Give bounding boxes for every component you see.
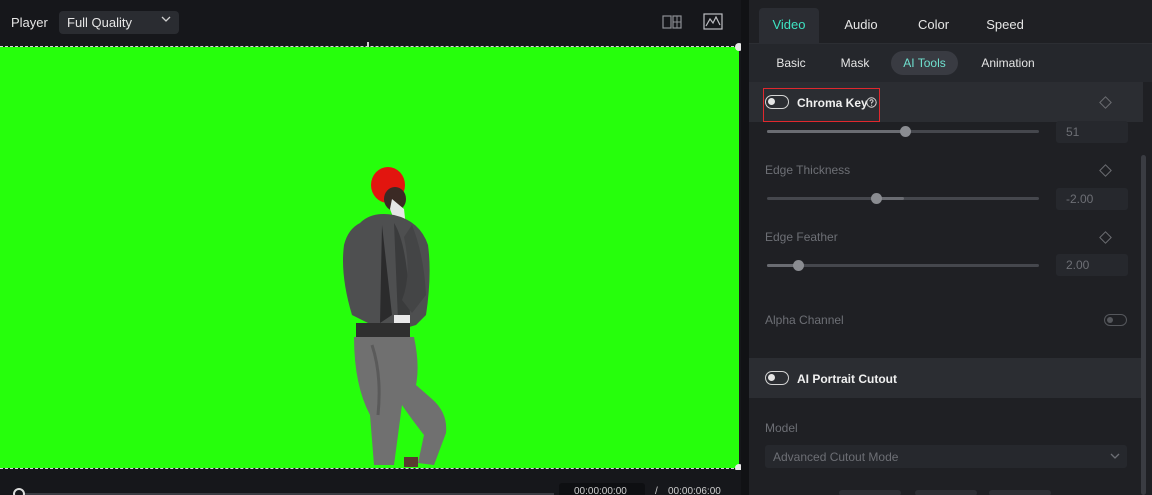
main-tabs: Video Audio Color Speed: [749, 0, 1152, 44]
player-label: Player: [11, 15, 48, 30]
tab-audio[interactable]: Audio: [833, 8, 889, 44]
toggle-knob: [1107, 317, 1113, 323]
model-dropdown[interactable]: Advanced Cutout Mode: [765, 445, 1127, 468]
help-icon[interactable]: [866, 97, 877, 108]
timecode-separator: /: [655, 486, 658, 495]
keyframe-diamond-icon[interactable]: [1099, 164, 1112, 177]
model-value: Advanced Cutout Mode: [773, 450, 899, 464]
edge-feather-value[interactable]: 2.00: [1056, 254, 1128, 276]
tab-video[interactable]: Video: [759, 8, 819, 44]
ai-portrait-toggle[interactable]: [765, 371, 789, 385]
player-panel: Player Full Quality 00:00:00:00 / 00:00:…: [0, 0, 743, 495]
preview-canvas[interactable]: [0, 47, 739, 468]
keyframe-diamond-icon[interactable]: [1099, 96, 1112, 109]
quality-dropdown[interactable]: Full Quality: [59, 11, 179, 34]
alpha-channel-toggle[interactable]: [1104, 314, 1127, 326]
edge-thickness-label: Edge Thickness: [765, 163, 851, 177]
editor-window: Player Full Quality 00:00:00:00 / 00:00:…: [0, 0, 1152, 495]
chroma-key-toggle[interactable]: [765, 95, 789, 109]
player-toolbar: Player Full Quality: [0, 0, 741, 44]
toggle-knob: [768, 374, 775, 381]
scrub-handle[interactable]: [13, 488, 25, 495]
properties-panel: Video Audio Color Speed Basic Mask AI To…: [749, 0, 1152, 495]
quality-value: Full Quality: [67, 15, 133, 30]
waveform-monitor-icon[interactable]: [703, 13, 723, 31]
chroma-slider-fill: [767, 130, 905, 133]
edge-feather-track[interactable]: [767, 264, 1039, 267]
subtab-mask[interactable]: Mask: [833, 51, 877, 75]
chroma-key-header: Chroma Key: [749, 82, 1143, 122]
tab-speed[interactable]: Speed: [977, 8, 1033, 44]
edge-thickness-value[interactable]: -2.00: [1056, 188, 1128, 210]
toggle-knob: [768, 98, 775, 105]
keyframe-diamond-icon[interactable]: [1099, 231, 1112, 244]
bottom-button[interactable]: [915, 490, 977, 495]
current-timecode: 00:00:00:00: [574, 486, 627, 495]
chroma-key-title: Chroma Key: [797, 96, 868, 110]
subtab-basic[interactable]: Basic: [769, 51, 813, 75]
tab-color[interactable]: Color: [906, 8, 961, 44]
edge-feather-knob[interactable]: [793, 260, 804, 271]
person-figure: [343, 167, 447, 467]
total-timecode: 00:00:06:00: [668, 486, 721, 495]
model-label: Model: [765, 421, 798, 435]
bottom-button[interactable]: [989, 490, 1051, 495]
ai-portrait-header: AI Portrait Cutout: [749, 358, 1143, 398]
chroma-slider-value[interactable]: 51: [1056, 121, 1128, 143]
bottom-button[interactable]: [839, 490, 901, 495]
properties-scrollbar[interactable]: [1141, 155, 1146, 495]
sub-tabs: Basic Mask AI Tools Animation: [749, 44, 1152, 82]
chevron-down-icon: [1110, 453, 1120, 459]
edge-feather-label: Edge Feather: [765, 230, 838, 244]
chroma-slider-knob[interactable]: [900, 126, 911, 137]
edge-thickness-knob[interactable]: [871, 193, 882, 204]
subtab-animation[interactable]: Animation: [975, 51, 1041, 75]
panel-divider[interactable]: [741, 0, 749, 495]
subtab-ai-tools[interactable]: AI Tools: [891, 51, 958, 75]
compare-view-icon[interactable]: [662, 13, 682, 31]
ai-portrait-title: AI Portrait Cutout: [797, 372, 897, 386]
chevron-down-icon: [161, 16, 171, 22]
alpha-channel-label: Alpha Channel: [765, 313, 844, 327]
